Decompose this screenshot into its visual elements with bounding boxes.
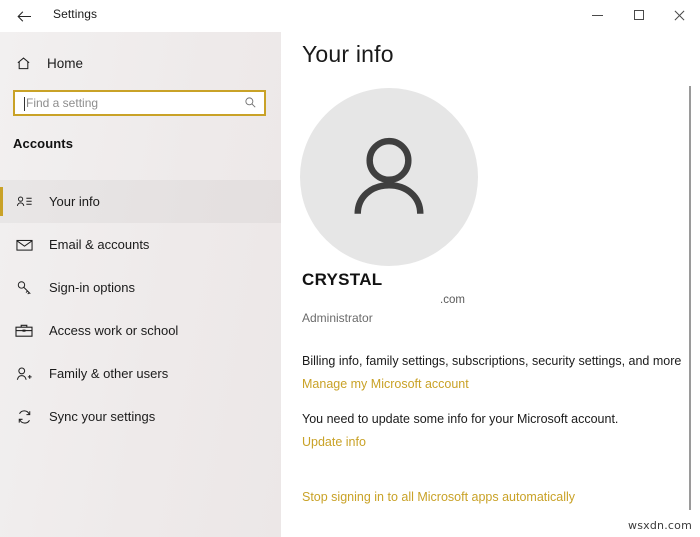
search-icon[interactable] <box>244 96 257 114</box>
account-email: .com <box>440 294 465 306</box>
vertical-scrollbar[interactable] <box>689 86 691 510</box>
watermark: wsxdn.com <box>628 519 692 532</box>
close-button[interactable] <box>659 0 700 30</box>
search-box[interactable] <box>13 90 266 116</box>
search-input[interactable] <box>15 93 231 113</box>
sidebar-item-home-label: Home <box>47 55 84 71</box>
sync-arrows-icon <box>12 409 36 425</box>
sidebar-item-your-info[interactable]: Your info <box>0 180 281 223</box>
update-info-link[interactable]: Update info <box>302 435 366 449</box>
briefcase-icon <box>12 323 36 338</box>
maximize-button[interactable] <box>618 0 659 30</box>
content-pane: Your info CRYSTAL .com Administrator Bil… <box>281 0 700 537</box>
sidebar-item-label: Sign-in options <box>49 280 135 295</box>
contact-card-icon <box>12 194 36 209</box>
minimize-button[interactable] <box>577 0 618 30</box>
sidebar-nav-list: Your info Email & accounts Sign-in optio… <box>0 180 281 438</box>
key-icon <box>12 280 36 296</box>
close-icon <box>674 10 685 21</box>
maximize-icon <box>633 10 644 20</box>
sidebar-item-home[interactable]: Home <box>0 46 281 80</box>
sidebar-item-signin-options[interactable]: Sign-in options <box>0 266 281 309</box>
sidebar-item-label: Access work or school <box>49 323 179 338</box>
sidebar-item-access-work-school[interactable]: Access work or school <box>0 309 281 352</box>
page-title: Your info <box>302 41 394 67</box>
avatar[interactable] <box>300 88 478 266</box>
account-name: CRYSTAL <box>302 270 383 289</box>
sidebar-item-label: Email & accounts <box>49 237 150 252</box>
manage-microsoft-account-link[interactable]: Manage my Microsoft account <box>302 377 469 391</box>
minimize-icon <box>592 14 603 16</box>
text-caret <box>24 97 25 111</box>
sidebar-item-label: Family & other users <box>49 366 169 381</box>
envelope-icon <box>12 238 36 252</box>
home-icon <box>12 56 34 71</box>
billing-info-text: Billing info, family settings, subscript… <box>302 354 682 368</box>
person-add-icon <box>12 366 36 382</box>
stop-signing-in-link[interactable]: Stop signing in to all Microsoft apps au… <box>302 490 575 504</box>
title-bar: Settings <box>0 0 700 32</box>
sidebar-item-label: Sync your settings <box>49 409 156 424</box>
window-controls <box>577 0 700 30</box>
person-avatar-icon <box>354 137 424 215</box>
sidebar-section-title: Accounts <box>13 136 74 151</box>
sidebar-item-sync-settings[interactable]: Sync your settings <box>0 395 281 438</box>
back-arrow-icon <box>16 10 31 22</box>
sidebar-item-family-other-users[interactable]: Family & other users <box>0 352 281 395</box>
account-role: Administrator <box>302 311 373 325</box>
sidebar: Home Accounts <box>0 0 281 537</box>
sidebar-item-email-accounts[interactable]: Email & accounts <box>0 223 281 266</box>
update-info-note: You need to update some info for your Mi… <box>302 412 619 426</box>
window-title: Settings <box>53 7 98 21</box>
back-button[interactable] <box>10 2 38 30</box>
settings-window: Home Accounts <box>0 0 700 537</box>
sidebar-item-label: Your info <box>49 194 100 209</box>
